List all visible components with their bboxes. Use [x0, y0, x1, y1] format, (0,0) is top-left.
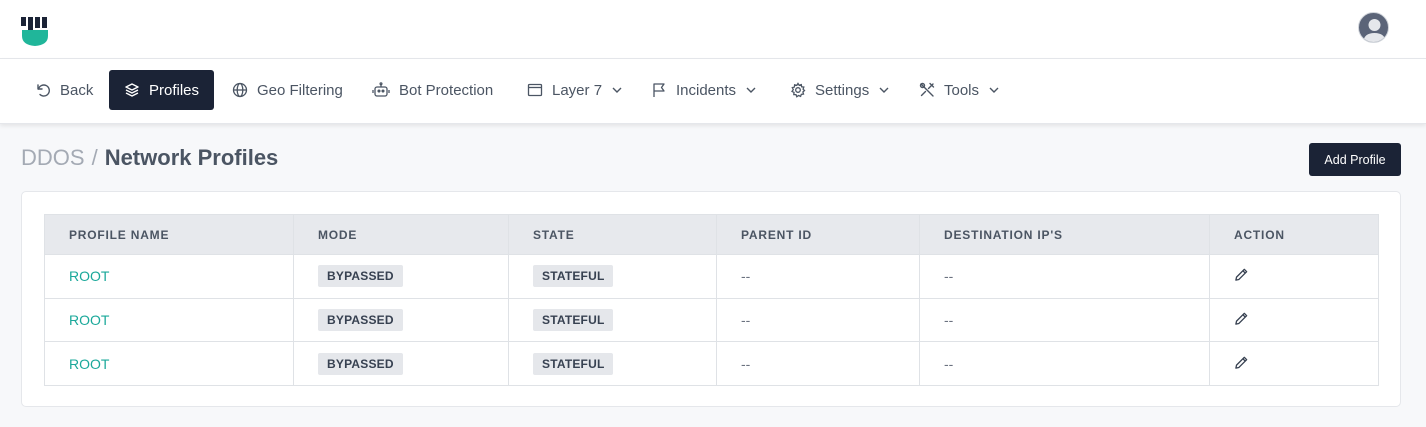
nav-tools-dropdown[interactable]: Tools: [909, 70, 1010, 110]
nav-back-button[interactable]: Back: [25, 70, 103, 110]
column-header-mode[interactable]: MODE: [293, 214, 509, 255]
mode-cell: BYPASSED: [293, 254, 509, 299]
edit-button[interactable]: [1234, 311, 1249, 326]
breadcrumb: DDOS / Network Profiles: [21, 143, 278, 173]
action-cell: [1209, 297, 1379, 343]
state-cell: STATEFUL: [508, 297, 717, 343]
column-header-parent-id[interactable]: PARENT ID: [716, 214, 920, 255]
action-cell: [1209, 254, 1379, 299]
mode-badge: BYPASSED: [318, 352, 403, 375]
parent-id-cell: --: [716, 341, 920, 387]
nav-profiles-tab[interactable]: Profiles: [109, 70, 215, 110]
mode-cell: BYPASSED: [293, 341, 509, 387]
chevron-down-icon: [879, 87, 889, 93]
nav-settings-dropdown[interactable]: Settings: [780, 70, 900, 110]
state-badge: STATEFUL: [533, 352, 614, 375]
tools-icon: [919, 82, 935, 97]
column-header-profile-name[interactable]: PROFILE NAME: [44, 214, 294, 255]
column-header-state[interactable]: STATE: [508, 214, 717, 255]
user-avatar-icon[interactable]: [1358, 12, 1389, 43]
nav-geo-filtering-label: Geo Filtering: [257, 81, 343, 99]
edit-button[interactable]: [1234, 267, 1249, 282]
browser-window-icon: [527, 83, 543, 97]
state-badge: STATEFUL: [533, 309, 614, 332]
nav-back-label: Back: [60, 81, 94, 99]
profiles-card: PROFILE NAME MODE STATE PARENT ID DESTIN…: [21, 191, 1401, 407]
nav-geo-filtering-tab[interactable]: Geo Filtering: [222, 70, 353, 110]
mode-badge: BYPASSED: [318, 309, 403, 332]
state-cell: STATEFUL: [508, 254, 717, 299]
mode-cell: BYPASSED: [293, 297, 509, 343]
table-row: ROOT BYPASSED STATEFUL -- --: [44, 297, 1379, 343]
pencil-icon: [1235, 312, 1248, 325]
gear-icon: [791, 82, 806, 98]
nav-tools-label: Tools: [944, 81, 980, 99]
action-cell: [1209, 341, 1379, 387]
column-header-destination-ips[interactable]: DESTINATION IP'S: [919, 214, 1210, 255]
add-profile-button[interactable]: Add Profile: [1309, 143, 1401, 176]
chevron-down-icon: [746, 87, 756, 93]
nav-incidents-dropdown[interactable]: Incidents: [641, 70, 767, 110]
mode-badge: BYPASSED: [318, 265, 403, 288]
parent-id-cell: --: [716, 254, 920, 299]
profile-name-link[interactable]: ROOT: [44, 254, 294, 299]
layers-icon: [125, 83, 139, 97]
globe-icon: [232, 82, 248, 98]
column-header-action: ACTION: [1209, 214, 1379, 255]
destination-ips-cell: --: [919, 341, 1210, 387]
destination-ips-cell: --: [919, 297, 1210, 343]
destination-ips-cell: --: [919, 254, 1210, 299]
profile-name-link[interactable]: ROOT: [44, 341, 294, 387]
top-header: [0, 0, 1426, 59]
state-badge: STATEFUL: [533, 265, 614, 288]
flag-icon: [653, 83, 665, 97]
chevron-down-icon: [989, 87, 999, 93]
nav-incidents-label: Incidents: [676, 81, 737, 99]
robot-icon: [372, 82, 390, 97]
pencil-icon: [1235, 269, 1248, 282]
undo-icon: [37, 84, 50, 97]
breadcrumb-separator: /: [91, 145, 98, 170]
main-nav: Back Profiles Geo Filtering Bot Protecti…: [0, 59, 1426, 124]
edit-button[interactable]: [1234, 355, 1249, 370]
shield-logo-icon[interactable]: [21, 16, 49, 47]
profile-name-link[interactable]: ROOT: [44, 297, 294, 343]
table-header-row: PROFILE NAME MODE STATE PARENT ID DESTIN…: [44, 214, 1379, 255]
page-title: Network Profiles: [104, 145, 279, 170]
profiles-table: PROFILE NAME MODE STATE PARENT ID DESTIN…: [44, 214, 1379, 387]
nav-bot-protection-tab[interactable]: Bot Protection: [362, 70, 503, 110]
nav-bot-protection-label: Bot Protection: [399, 81, 494, 99]
nav-layer7-label: Layer 7: [552, 81, 603, 99]
state-cell: STATEFUL: [508, 341, 717, 387]
nav-layer7-dropdown[interactable]: Layer 7: [517, 70, 633, 110]
chevron-down-icon: [612, 87, 622, 93]
table-row: ROOT BYPASSED STATEFUL -- --: [44, 341, 1379, 387]
pencil-icon: [1235, 356, 1248, 369]
parent-id-cell: --: [716, 297, 920, 343]
breadcrumb-root[interactable]: DDOS: [21, 145, 85, 171]
nav-profiles-label: Profiles: [149, 81, 200, 99]
table-row: ROOT BYPASSED STATEFUL -- --: [44, 254, 1379, 299]
nav-settings-label: Settings: [815, 81, 870, 99]
